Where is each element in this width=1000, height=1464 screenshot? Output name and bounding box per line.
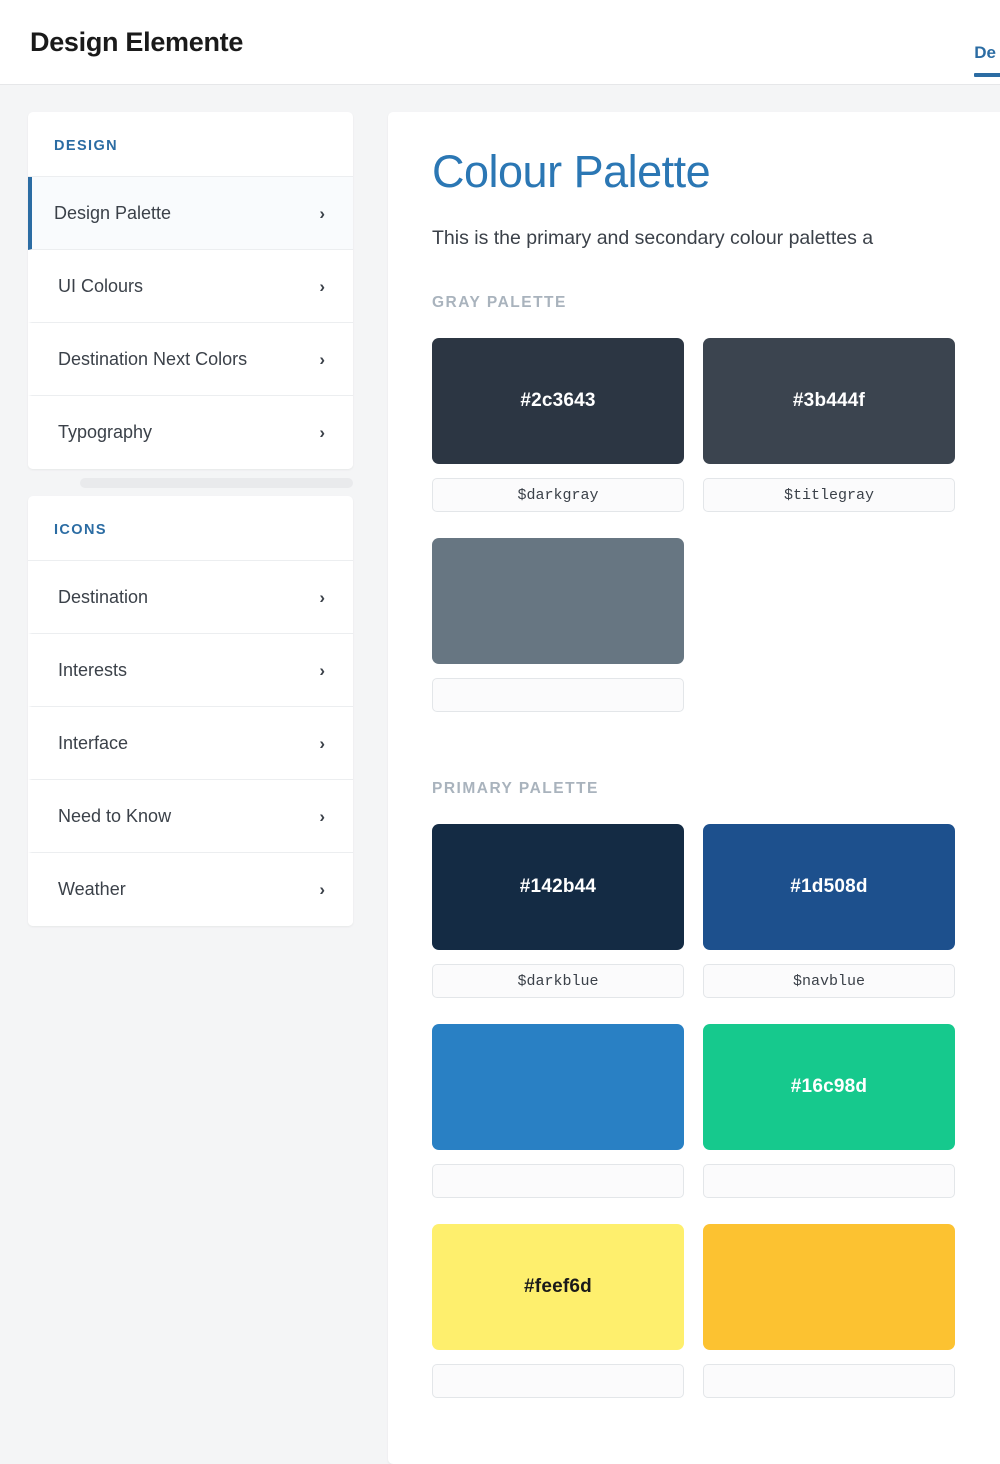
tab-design[interactable]: De: [970, 43, 1000, 85]
swatch-cell[interactable]: #3b444f $titlegray: [703, 338, 955, 513]
swatch-cell[interactable]: #142b44 $darkblue: [432, 824, 684, 999]
sidebar-item-destination-next-colors[interactable]: Destination Next Colors ›: [28, 323, 353, 396]
body-area: DESIGN Design Palette › UI Colours › Des…: [0, 85, 1000, 1464]
content-heading: Colour Palette: [432, 146, 711, 197]
sidebar-item-interests[interactable]: Interests ›: [28, 634, 353, 707]
palette-section-primary: PRIMARY PALETTE #142b44 $darkblue #1d508…: [432, 780, 1000, 1424]
swatch-variable-name: $darkgray: [432, 478, 684, 513]
swatch-cell[interactable]: [432, 1024, 684, 1199]
sidebar-item-weather[interactable]: Weather ›: [28, 853, 353, 926]
swatch-grid-primary: #142b44 $darkblue #1d508d $navblue #16c9…: [432, 824, 1000, 1424]
sidebar-item-design-palette[interactable]: Design Palette ›: [28, 177, 353, 250]
sidebar-group-title-design: DESIGN: [28, 112, 353, 177]
swatch-variable-name: [432, 1364, 684, 1399]
sidebar-item-label: Destination: [58, 586, 149, 607]
sidebar-item-need-to-know[interactable]: Need to Know ›: [28, 780, 353, 853]
swatch-grid-gray: #2c3643 $darkgray #3b444f $titlegray: [432, 338, 1000, 738]
swatch-cell[interactable]: #1d508d $navblue: [703, 824, 955, 999]
swatch-color-chip[interactable]: #2c3643: [432, 338, 684, 465]
scrollbar-track[interactable]: [28, 478, 353, 488]
swatch-color-chip[interactable]: [432, 1024, 684, 1151]
chevron-right-icon: ›: [319, 423, 325, 442]
swatch-cell[interactable]: #16c98d: [703, 1024, 955, 1199]
sidebar-item-label: Interests: [58, 659, 128, 680]
sidebar-item-interface[interactable]: Interface ›: [28, 707, 353, 780]
swatch-variable-name: $navblue: [703, 964, 955, 999]
sidebar-item-typography[interactable]: Typography ›: [28, 396, 353, 469]
chevron-right-icon: ›: [319, 203, 325, 223]
swatch-variable-name: [432, 678, 684, 713]
main-content-card: Colour Palette This is the primary and s…: [388, 112, 1000, 1464]
scrollbar-thumb[interactable]: [80, 478, 353, 488]
sidebar-horizontal-scrollbar[interactable]: [28, 478, 353, 488]
swatch-color-chip[interactable]: #1d508d: [703, 824, 955, 951]
swatch-color-chip[interactable]: [703, 1224, 955, 1351]
sidebar: DESIGN Design Palette › UI Colours › Des…: [28, 112, 353, 926]
sidebar-group-design: DESIGN Design Palette › UI Colours › Des…: [28, 112, 353, 469]
swatch-variable-name: $titlegray: [703, 478, 955, 513]
chevron-right-icon: ›: [319, 806, 325, 826]
swatch-cell[interactable]: [703, 1224, 955, 1399]
palette-section-gray: GRAY PALETTE #2c3643 $darkgray #3b444f $…: [432, 294, 1000, 738]
sidebar-item-label: Typography: [58, 422, 153, 442]
tab-label: De: [974, 42, 996, 62]
chevron-right-icon: ›: [319, 276, 325, 296]
swatch-variable-name: [432, 1164, 684, 1199]
swatch-cell[interactable]: #feef6d: [432, 1224, 684, 1399]
chevron-right-icon: ›: [319, 587, 325, 607]
swatch-color-chip[interactable]: [432, 538, 684, 665]
swatch-cell[interactable]: #2c3643 $darkgray: [432, 338, 684, 513]
sidebar-item-label: Need to Know: [58, 805, 172, 826]
palette-section-title: PRIMARY PALETTE: [432, 780, 599, 798]
sidebar-item-destination[interactable]: Destination ›: [28, 561, 353, 634]
swatch-variable-name: [703, 1164, 955, 1199]
swatch-variable-name: $darkblue: [432, 964, 684, 999]
sidebar-group-icons: ICONS Destination › Interests › Interfac…: [28, 496, 353, 926]
page-title: Design Elemente: [30, 26, 244, 57]
content-description: This is the primary and secondary colour…: [432, 226, 874, 249]
header-tab-bar: De: [970, 0, 1000, 85]
swatch-cell[interactable]: [432, 538, 684, 713]
swatch-color-chip[interactable]: #3b444f: [703, 338, 955, 465]
swatch-color-chip[interactable]: #16c98d: [703, 1024, 955, 1151]
app-header: Design Elemente De: [0, 0, 1000, 85]
sidebar-item-label: UI Colours: [58, 275, 144, 296]
palette-section-title: GRAY PALETTE: [432, 294, 567, 312]
swatch-variable-name: [703, 1364, 955, 1399]
chevron-right-icon: ›: [319, 349, 325, 369]
chevron-right-icon: ›: [319, 733, 325, 753]
sidebar-item-label: Weather: [58, 879, 126, 899]
swatch-color-chip[interactable]: #feef6d: [432, 1224, 684, 1351]
chevron-right-icon: ›: [319, 660, 325, 680]
sidebar-item-label: Destination Next Colors: [58, 348, 248, 369]
sidebar-group-title-icons: ICONS: [28, 496, 353, 561]
sidebar-item-label: Interface: [58, 732, 129, 753]
chevron-right-icon: ›: [319, 880, 325, 899]
sidebar-item-label: Design Palette: [54, 202, 172, 223]
sidebar-item-ui-colours[interactable]: UI Colours ›: [28, 250, 353, 323]
swatch-color-chip[interactable]: #142b44: [432, 824, 684, 951]
